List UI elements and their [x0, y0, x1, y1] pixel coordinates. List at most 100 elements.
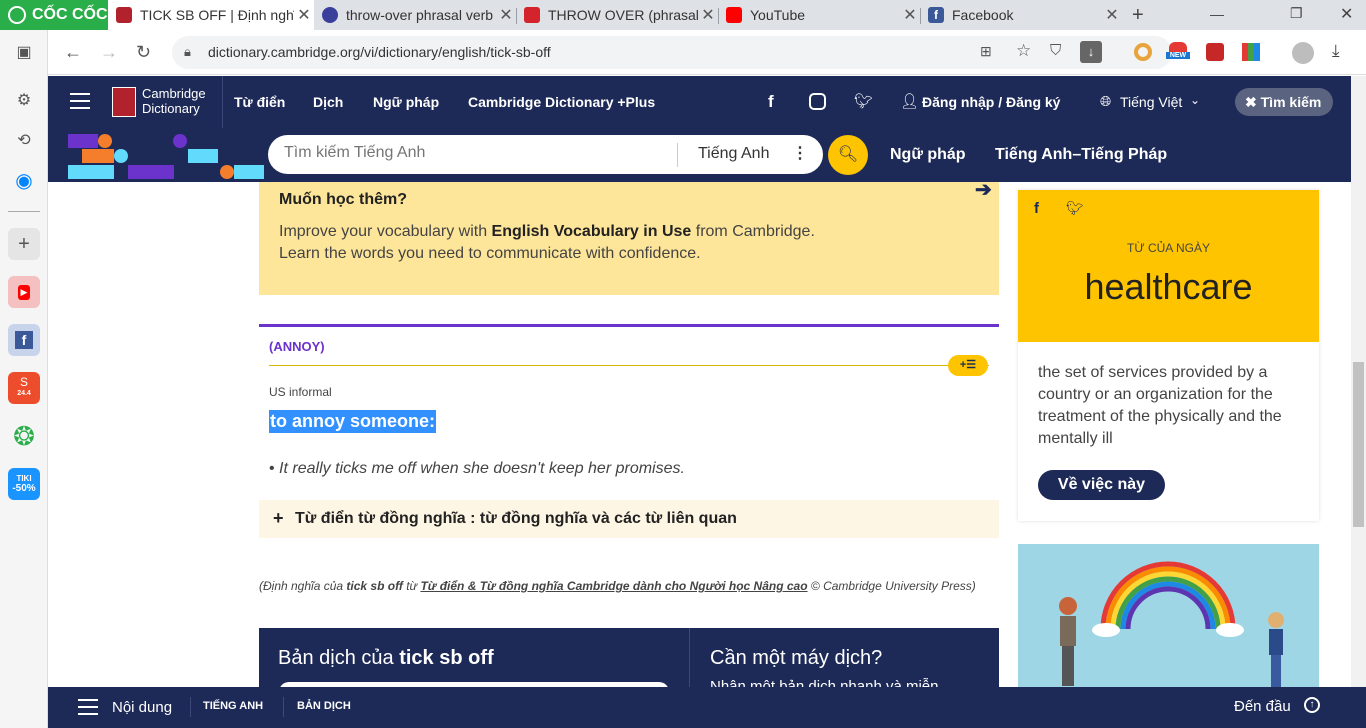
shield-icon[interactable]: ⛉ — [1050, 42, 1061, 59]
url-text[interactable]: dictionary.cambridge.org/vi/dictionary/e… — [208, 44, 551, 60]
back-icon[interactable]: ← — [64, 42, 82, 63]
search-toggle-button[interactable]: ✖ Tìm kiếm — [1235, 88, 1333, 116]
facebook-share-icon[interactable]: f — [1034, 200, 1039, 217]
profile-avatar[interactable] — [1292, 42, 1314, 64]
close-tab-icon[interactable]: ✕ — [294, 5, 314, 25]
extension-new-icon[interactable]: NEW — [1166, 42, 1190, 64]
coccoc-brand: CỐC CỐC — [32, 6, 108, 23]
tab-facebook[interactable]: f Facebook ✕ — [920, 0, 1122, 30]
rainbow-image[interactable] — [1018, 544, 1319, 687]
cambridge-logo[interactable]: Cambridge Dictionary — [142, 86, 206, 116]
tab-bar: CỐC CỐC TICK SB OFF | Định nghĩ ✕ throw-… — [0, 0, 1366, 30]
logo-line-1: Cambridge — [142, 86, 206, 101]
tab-throw-over[interactable]: throw-over phrasal verb ✕ — [314, 0, 516, 30]
search-box: Tiếng Anh ⋮ — [268, 135, 823, 174]
page-scrollbar[interactable] — [1351, 76, 1366, 687]
close-window-icon[interactable]: ✕ — [1340, 4, 1353, 24]
tiki-app-icon[interactable]: TIKI -50% — [8, 468, 40, 500]
cambridge-shield-icon — [112, 87, 136, 117]
login-link[interactable]: Đăng nhập / Đăng ký — [922, 94, 1060, 110]
new-tab-icon[interactable]: + — [1132, 4, 1144, 27]
nav-plus[interactable]: Cambridge Dictionary +Plus — [468, 94, 655, 110]
coccoc-logo[interactable]: CỐC CỐC — [0, 0, 108, 30]
promo-line-1: Improve your vocabulary with English Voc… — [279, 223, 815, 241]
promo-title: Muốn học thêm? — [279, 191, 407, 208]
thesaurus-panel[interactable]: + Từ điển từ đồng nghĩa : từ đồng nghĩa … — [259, 500, 999, 538]
wotd-more-button[interactable]: Về việc này — [1038, 470, 1165, 500]
thesaurus-label: Từ điển từ đồng nghĩa : từ đồng nghĩa và… — [295, 510, 737, 527]
sub-nav-grammar[interactable]: Ngữ pháp — [890, 146, 966, 164]
facebook-icon[interactable]: f — [768, 92, 774, 112]
contents-menu-icon[interactable] — [78, 699, 98, 715]
downloads-icon[interactable]: ⤓ — [1332, 41, 1340, 61]
promo-text: from Cambridge. — [691, 223, 815, 240]
facebook-app-icon[interactable]: f — [8, 324, 40, 356]
tab-tick-sb-off[interactable]: TICK SB OFF | Định nghĩ ✕ — [108, 0, 314, 30]
close-tab-icon[interactable]: ✕ — [496, 5, 516, 25]
reload-icon[interactable]: ↻ — [136, 42, 151, 63]
settings-icon[interactable]: ⚙ — [8, 84, 40, 116]
add-list-icon: +☰ — [959, 359, 977, 371]
arrow-right-icon[interactable]: ➔ — [975, 182, 992, 202]
shopee-app-icon[interactable]: S 24.4 — [8, 372, 40, 404]
search-submit-button[interactable]: 🔍︎ — [828, 135, 868, 175]
history-icon[interactable]: ⟲ — [8, 124, 40, 156]
extension-red-icon[interactable] — [1206, 43, 1224, 61]
search-input[interactable] — [284, 144, 664, 162]
bottom-tab-translation[interactable]: BẢN DỊCH — [297, 700, 351, 712]
search-language[interactable]: Tiếng Anh — [698, 145, 769, 163]
word-of-the-day-card: f 🐦︎ TỪ CỦA NGÀY healthcare the set of s… — [1018, 190, 1319, 521]
bookmark-star-icon[interactable]: ☆ — [1016, 41, 1031, 61]
bottom-tab-english[interactable]: TIẾNG ANH — [203, 700, 263, 712]
close-tab-icon[interactable]: ✕ — [900, 5, 920, 25]
promo-book-link[interactable]: English Vocabulary in Use — [492, 223, 692, 240]
more-options-icon[interactable]: ⋮ — [792, 143, 808, 163]
bottom-bar: Nội dung TIẾNG ANH BẢN DỊCH Đến đầu ↑ — [48, 687, 1366, 728]
forward-icon[interactable]: → — [100, 42, 118, 63]
usage-labels: US informal — [269, 385, 332, 399]
tab-title: YouTube — [750, 7, 806, 23]
new-badge: NEW — [1166, 52, 1190, 59]
sub-nav-english-french[interactable]: Tiếng Anh–Tiếng Pháp — [995, 146, 1167, 164]
nav-grammar[interactable]: Ngữ pháp — [373, 94, 439, 110]
restore-icon[interactable]: ❐ — [1290, 5, 1303, 22]
translate-icon[interactable]: ⊞ — [980, 43, 992, 60]
nav-translate[interactable]: Dịch — [313, 94, 343, 110]
tiki-discount: -50% — [12, 483, 36, 494]
close-tab-icon[interactable]: ✕ — [698, 5, 718, 25]
address-bar[interactable]: 🔒︎ dictionary.cambridge.org/vi/dictionar… — [172, 36, 1172, 69]
scrollbar-thumb[interactable] — [1353, 362, 1364, 527]
page-content: Muốn học thêm? Improve your vocabulary w… — [48, 182, 1366, 687]
tab-title: throw-over phrasal verb — [346, 7, 494, 23]
back-to-top-button[interactable]: Đến đầu — [1234, 698, 1291, 715]
twitter-icon[interactable]: 🐦︎ — [854, 92, 873, 110]
tab-throw-over-2[interactable]: THROW OVER (phrasal v ✕ — [516, 0, 718, 30]
rainbow-illustration — [1059, 561, 1284, 687]
coccoc-feature-icon[interactable]: ❂ — [8, 420, 40, 452]
definition-text: to annoy someone: — [269, 410, 437, 433]
tab-youtube[interactable]: YouTube ✕ — [718, 0, 920, 30]
twitter-share-icon[interactable]: 🐦︎ — [1066, 200, 1084, 217]
extension-palette-icon[interactable] — [1242, 43, 1260, 61]
chevron-down-icon[interactable]: ⌄ — [1190, 93, 1200, 107]
close-tab-icon[interactable]: ✕ — [1102, 5, 1122, 25]
wotd-word[interactable]: healthcare — [1018, 266, 1319, 308]
sidebar-toggle-icon[interactable]: ▣ — [8, 36, 40, 68]
site-favicon-icon — [524, 7, 540, 23]
add-to-wordlist-button[interactable]: +☰ — [948, 355, 988, 376]
example-text: It really ticks me off when she doesn't … — [279, 460, 685, 477]
source-credit: (Định nghĩa của tick sb off từ Từ điển &… — [259, 579, 976, 593]
extension-chrome-icon[interactable] — [1134, 43, 1152, 61]
youtube-app-icon[interactable]: ▶ — [8, 276, 40, 308]
messenger-icon[interactable]: ◉ — [8, 164, 40, 196]
nav-dictionary[interactable]: Từ điển — [234, 94, 285, 110]
language-select[interactable]: Tiếng Việt — [1120, 94, 1182, 110]
contents-button[interactable]: Nội dung — [112, 699, 172, 716]
instagram-icon[interactable] — [809, 93, 826, 110]
add-app-icon[interactable]: + — [8, 228, 40, 260]
menu-icon[interactable] — [70, 93, 90, 109]
minimize-icon[interactable]: — — [1210, 6, 1224, 22]
credit-dictionary-link[interactable]: Từ điển & Từ đồng nghĩa Cambridge dành c… — [420, 579, 807, 593]
promo-line-2: Learn the words you need to communicate … — [279, 245, 701, 262]
download-video-icon[interactable]: ↓ — [1080, 41, 1102, 63]
